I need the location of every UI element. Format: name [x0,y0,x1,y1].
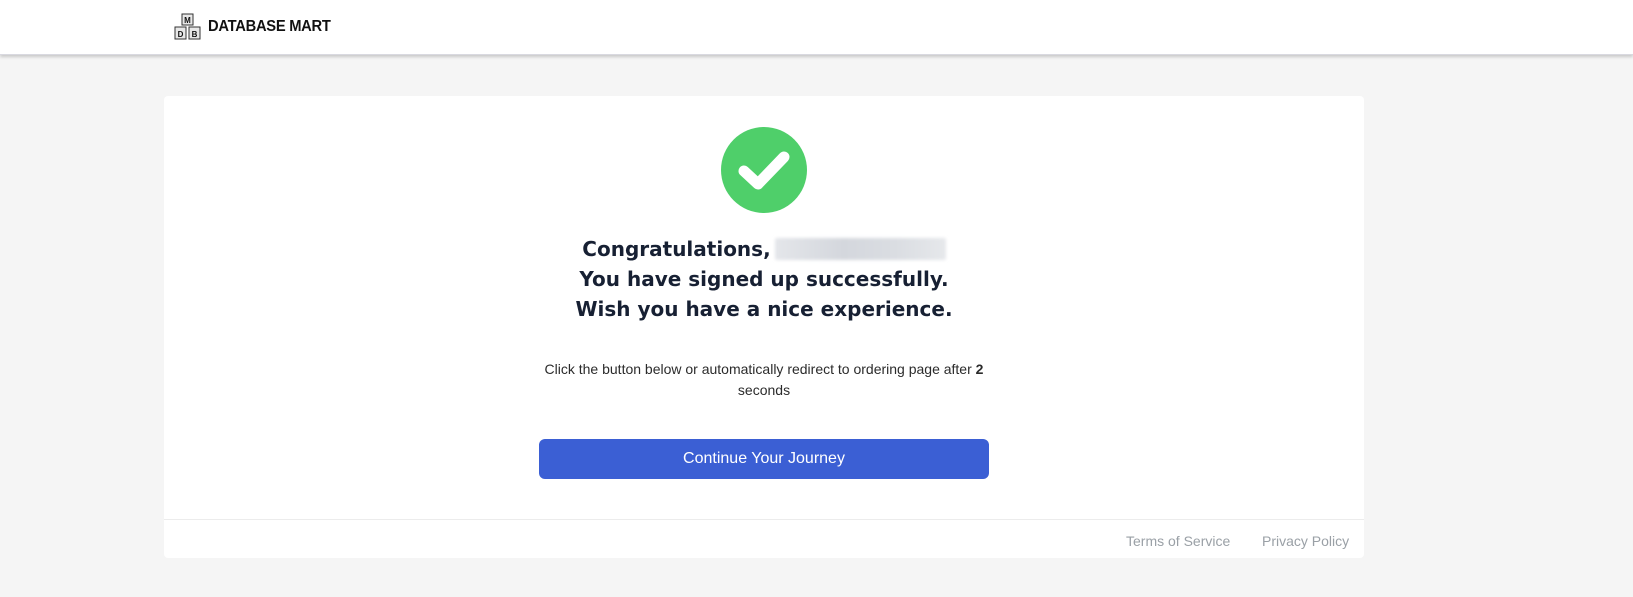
greeting-line: Congratulations, [164,234,1364,264]
experience-line: Wish you have a nice experience. [575,297,953,321]
brand-logo[interactable]: M D B DATABASE MART [174,13,341,41]
signup-success-line: You have signed up successfully. [579,267,949,291]
privacy-policy-link[interactable]: Privacy Policy [1262,533,1349,549]
logo-letter-d: D [178,30,184,39]
redirect-notice: Click the button below or automatically … [534,359,994,401]
terms-of-service-link[interactable]: Terms of Service [1126,533,1230,549]
redacted-username [774,238,946,260]
logo-text: DATABASE MART [208,18,331,35]
logo-letter-m: M [184,16,191,25]
top-navbar: M D B DATABASE MART [0,0,1633,55]
continue-journey-button[interactable]: Continue Your Journey [539,439,989,479]
card-footer: Terms of Service Privacy Policy [164,519,1364,558]
check-circle-icon [721,127,807,213]
redirect-text: Click the button below or automatically … [544,361,976,377]
redirect-seconds-label: seconds [737,382,791,398]
signup-success-card: Congratulations, You have signed up succ… [164,96,1364,558]
countdown-seconds: 2 [975,361,984,377]
logo-letter-b: B [192,30,198,39]
logo-cubes-icon: M D B [174,13,201,40]
success-message: Congratulations, You have signed up succ… [164,234,1364,324]
greeting-text: Congratulations, [582,237,771,261]
